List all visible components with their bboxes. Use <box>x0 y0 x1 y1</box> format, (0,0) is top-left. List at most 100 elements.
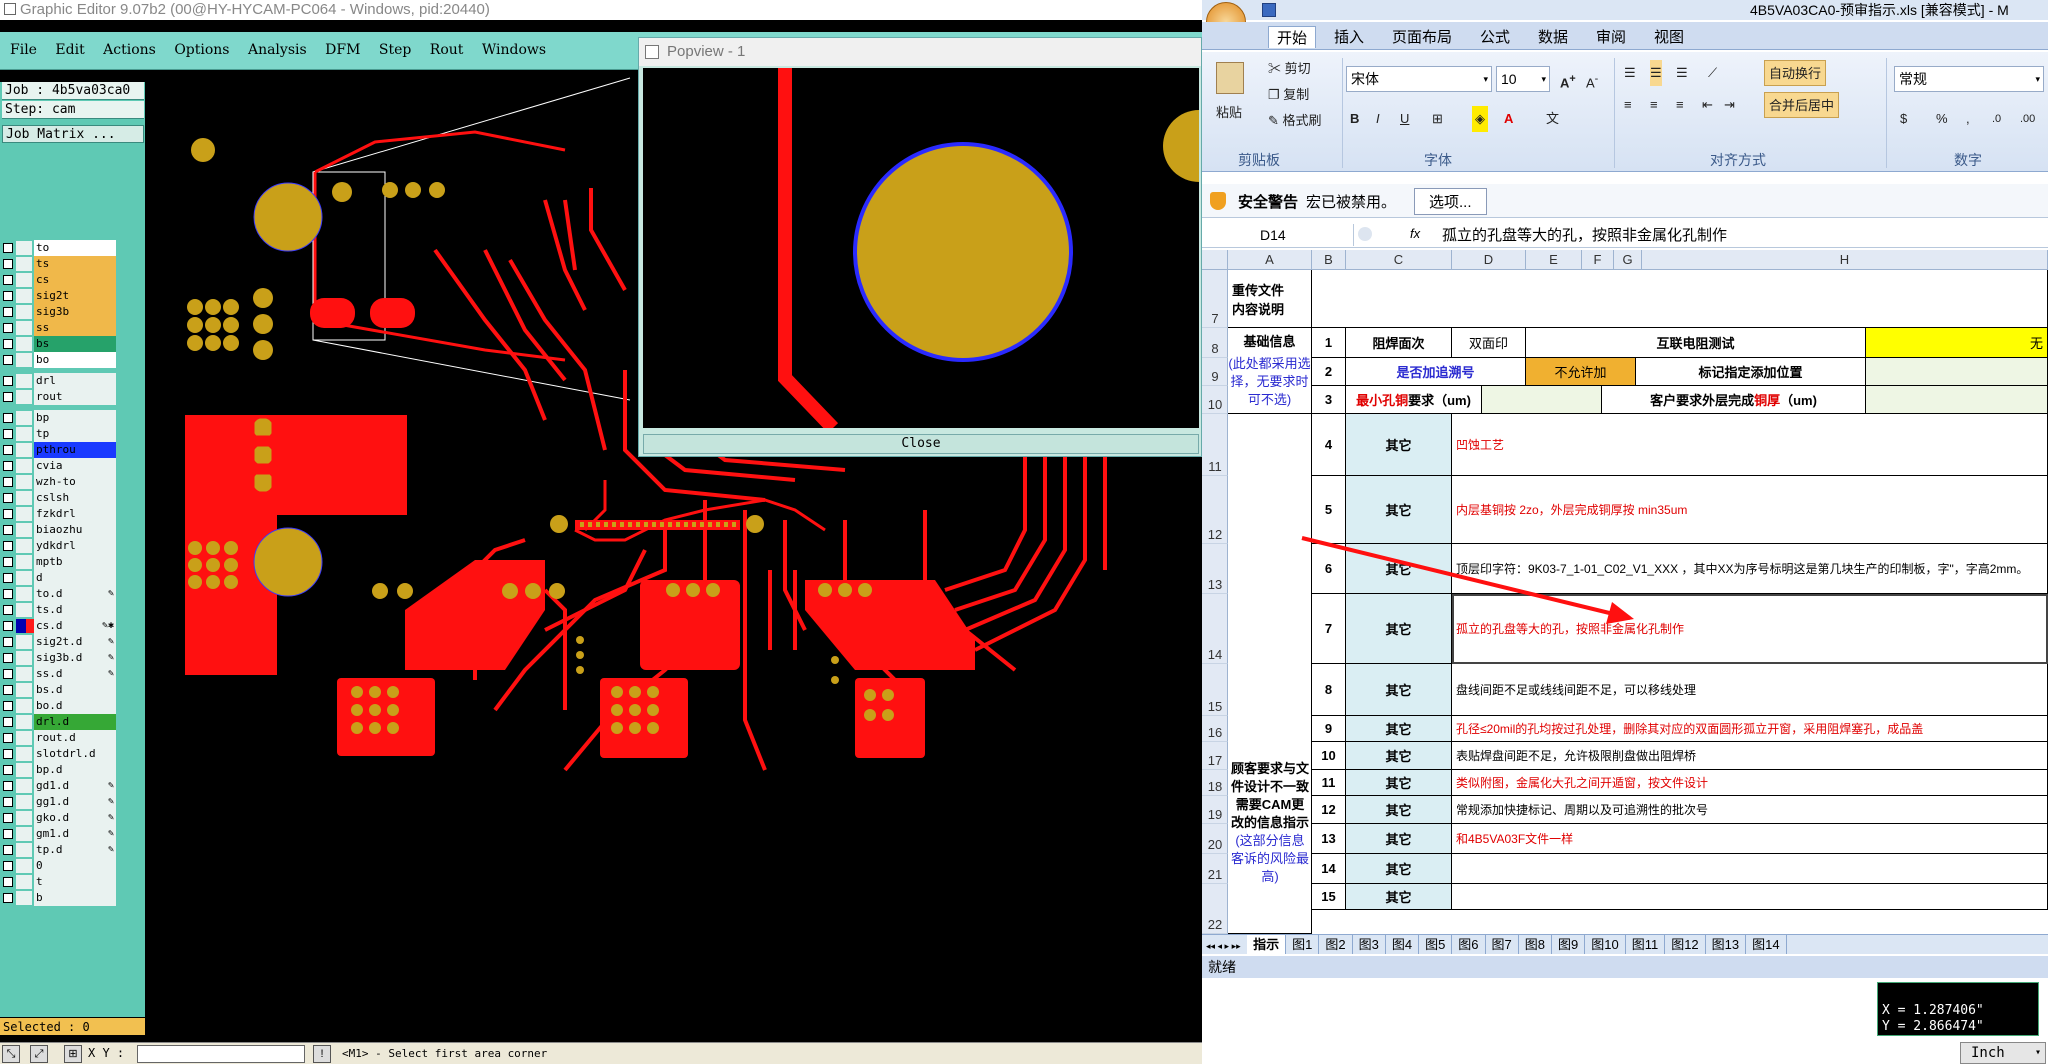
menu-edit[interactable]: Edit <box>55 32 84 68</box>
layer-row[interactable]: b <box>2 890 116 906</box>
comma-icon[interactable]: , <box>1966 106 1970 132</box>
layer-name[interactable]: bo.d <box>34 698 116 714</box>
layer-checkbox[interactable] <box>3 669 13 679</box>
layer-name[interactable]: ss.d <box>34 666 116 682</box>
item-text-cell[interactable]: 内层基铜按 2zo，外层完成铜厚按 min35um <box>1452 476 2048 544</box>
italic-icon[interactable]: I <box>1376 106 1380 132</box>
layer-row[interactable]: gko.d ✎ <box>2 810 116 826</box>
layer-row[interactable]: ss.d ✎ <box>2 666 116 682</box>
sheet-tab[interactable]: 图4 <box>1386 935 1420 954</box>
info-icon[interactable]: ! <box>313 1045 331 1063</box>
layer-checkbox[interactable] <box>3 429 13 439</box>
layer-name[interactable]: pthrou <box>34 442 116 458</box>
item-number-cell[interactable]: 8 <box>1312 664 1346 716</box>
layer-row[interactable]: sig2t <box>2 288 116 304</box>
sheet-tab-active[interactable]: 指示 <box>1247 935 1287 954</box>
column-header[interactable]: A <box>1228 250 1312 270</box>
orientation-icon[interactable]: ⟋ <box>1708 60 1717 86</box>
layer-checkbox[interactable] <box>3 589 13 599</box>
layer-name[interactable]: tp <box>34 426 116 442</box>
tab-page-layout[interactable]: 页面布局 <box>1392 26 1452 47</box>
layer-row[interactable]: bo <box>2 352 116 368</box>
layer-row[interactable]: bo.d <box>2 698 116 714</box>
item-number-cell[interactable]: 7 <box>1312 594 1346 664</box>
item-category-cell[interactable]: 其它 <box>1346 414 1452 476</box>
layer-row[interactable]: mptb <box>2 554 116 570</box>
merge-center-button[interactable]: 合并后居中 <box>1764 92 1840 118</box>
item-text-cell[interactable]: 顶层印字符：9K03-7_1-01_C02_V1_XXX ，其中XX为序号标明这… <box>1452 544 2048 594</box>
layer-name[interactable]: sig3b <box>34 304 116 320</box>
item-number-cell[interactable]: 14 <box>1312 854 1346 884</box>
layer-name[interactable]: wzh-to <box>34 474 116 490</box>
layer-name[interactable]: bp.d <box>34 762 116 778</box>
layer-row[interactable]: fzkdrl <box>2 506 116 522</box>
layer-name[interactable]: sig3b.d <box>34 650 116 666</box>
decrease-decimal-icon[interactable]: .00 <box>2020 106 2035 132</box>
layer-name[interactable]: sig2t <box>34 288 116 304</box>
row-header[interactable]: 9 <box>1202 358 1228 386</box>
layer-checkbox[interactable] <box>3 525 13 535</box>
wrap-text-button[interactable]: 自动换行 <box>1764 60 1827 86</box>
sheet-tab[interactable]: 图11 <box>1626 935 1666 954</box>
row-header[interactable]: 18 <box>1202 770 1228 796</box>
item-number-cell[interactable]: 6 <box>1312 544 1346 594</box>
layer-row[interactable]: cslsh <box>2 490 116 506</box>
item-number-cell[interactable]: 9 <box>1312 716 1346 742</box>
layer-checkbox[interactable] <box>3 445 13 455</box>
sheet-tab[interactable]: 图12 <box>1665 935 1706 954</box>
sheet-tab[interactable]: 图5 <box>1419 935 1453 954</box>
layer-checkbox[interactable] <box>3 749 13 759</box>
min-copper-label[interactable]: 最小孔铜 要求（um) <box>1346 386 1482 414</box>
menu-actions[interactable]: Actions <box>103 32 156 68</box>
outer-copper-label[interactable]: 客户要求外层完成 铜厚 （um) <box>1602 386 1866 414</box>
sheet-tab[interactable]: 图14 <box>1746 935 1787 954</box>
layer-name[interactable]: slotdrl.d <box>34 746 116 762</box>
popview-canvas[interactable] <box>643 68 1199 428</box>
layer-row[interactable]: cs <box>2 272 116 288</box>
layer-name[interactable]: drl <box>34 373 116 389</box>
item-text-cell[interactable]: 和4B5VA03F文件一样 <box>1452 824 2048 854</box>
item-category-cell[interactable]: 其它 <box>1346 796 1452 824</box>
currency-icon[interactable]: $ <box>1900 106 1907 132</box>
column-header[interactable]: F <box>1582 250 1614 270</box>
layer-checkbox[interactable] <box>3 685 13 695</box>
measure-tool-icon[interactable]: ⤢ <box>30 1045 48 1063</box>
item-text-cell[interactable] <box>1452 854 2048 884</box>
paste-button[interactable]: 粘贴 <box>1216 100 1242 126</box>
layer-checkbox[interactable] <box>3 392 13 402</box>
item-text-cell[interactable]: 类似附图，金属化大孔之间开遁窗，按文件设计 <box>1452 770 2048 796</box>
layer-row[interactable]: sig3b <box>2 304 116 320</box>
layer-name[interactable]: cvia <box>34 458 116 474</box>
outer-copper-value[interactable] <box>1866 386 2048 414</box>
layer-row[interactable]: tp <box>2 426 116 442</box>
layer-checkbox[interactable] <box>3 605 13 615</box>
layer-checkbox[interactable] <box>3 307 13 317</box>
header-label-cell[interactable]: 重传文件 内容说明 <box>1228 270 1312 328</box>
layer-name[interactable]: gm1.d <box>34 826 116 842</box>
layer-checkbox[interactable] <box>3 781 13 791</box>
phonetic-icon[interactable]: 文 <box>1546 106 1559 132</box>
layer-name[interactable]: bs.d <box>34 682 116 698</box>
row-header[interactable]: 12 <box>1202 476 1228 544</box>
sheet-tab[interactable]: 图8 <box>1519 935 1552 954</box>
item-text-cell[interactable] <box>1452 884 2048 910</box>
sheet-nav-icons[interactable]: ◂◂ ◂ ▸ ▸▸ <box>1206 941 1243 951</box>
layer-checkbox[interactable] <box>3 323 13 333</box>
layer-name[interactable]: bo <box>34 352 116 368</box>
layer-checkbox[interactable] <box>3 845 13 855</box>
layer-checkbox[interactable] <box>3 893 13 903</box>
layer-row[interactable]: cs.d ✎✱ <box>2 618 116 634</box>
layer-row[interactable]: ts.d <box>2 602 116 618</box>
layer-row[interactable]: biaozhu <box>2 522 116 538</box>
row-header[interactable]: 19 <box>1202 796 1228 824</box>
item-category-cell[interactable]: 其它 <box>1346 664 1452 716</box>
row-header[interactable]: 17 <box>1202 742 1228 770</box>
layer-name[interactable]: to.d <box>34 586 116 602</box>
layer-row[interactable]: to.d ✎ <box>2 586 116 602</box>
item-text-cell[interactable]: 常规添加快捷标记、周期以及可追溯性的批次号 <box>1452 796 2048 824</box>
layer-checkbox[interactable] <box>3 733 13 743</box>
item-category-cell[interactable]: 其它 <box>1346 854 1452 884</box>
sheet-tab[interactable]: 图7 <box>1486 935 1519 954</box>
layer-row[interactable]: gd1.d ✎ <box>2 778 116 794</box>
row-header[interactable]: 22 <box>1202 884 1228 934</box>
